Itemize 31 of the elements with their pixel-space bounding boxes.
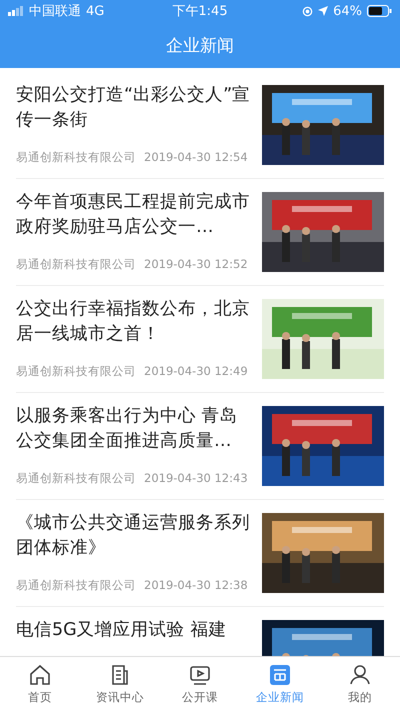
news-time: 2019-04-30 12:38 (144, 578, 248, 593)
news-title[interactable]: 安阳公交打造“出彩公交人”宣传一条街 (16, 83, 252, 133)
news-source: 易通创新科技有限公司 (16, 257, 136, 272)
tab-item[interactable]: 我的 (320, 657, 400, 710)
news-time: 2019-04-30 12:43 (144, 471, 248, 486)
news-source: 易通创新科技有限公司 (16, 578, 136, 593)
tab-item[interactable]: 资讯中心 (80, 657, 160, 710)
news-source: 易通创新科技有限公司 (16, 471, 136, 486)
tab-item[interactable]: 公开课 (160, 657, 240, 710)
news-title[interactable]: 电信5G又增应用试验 福建 (16, 618, 252, 643)
page-title: 企业新闻 (166, 34, 234, 56)
battery-icon (367, 5, 392, 17)
network-type: 4G (86, 4, 104, 18)
user-icon (348, 662, 372, 686)
location-icon (318, 6, 328, 16)
news-source: 易通创新科技有限公司 (16, 150, 136, 165)
signal-icon (8, 6, 24, 16)
news-time: 2019-04-30 12:49 (144, 364, 248, 379)
news-title[interactable]: 以服务乘客出行为中心 青岛公交集团全面推进高质量… (16, 404, 252, 454)
newspaper-icon (268, 662, 292, 686)
home-icon (28, 662, 52, 686)
news-title[interactable]: 今年首项惠民工程提前完成市政府奖励驻马店公交一… (16, 190, 252, 240)
carrier-name: 中国联通 (29, 3, 81, 20)
news-title[interactable]: 公交出行幸福指数公布，北京居一线城市之首！ (16, 297, 252, 347)
news-time: 2019-04-30 12:54 (144, 150, 248, 165)
news-title[interactable]: 《城市公共交通运营服务系列团体标准》 (16, 511, 252, 561)
news-source: 易通创新科技有限公司 (16, 364, 136, 379)
news-time: 2019-04-30 12:52 (144, 257, 248, 272)
battery-percent: 64% (333, 4, 362, 18)
tab-item[interactable]: 首页 (0, 657, 80, 710)
clock-time: 下午1:45 (172, 3, 228, 20)
